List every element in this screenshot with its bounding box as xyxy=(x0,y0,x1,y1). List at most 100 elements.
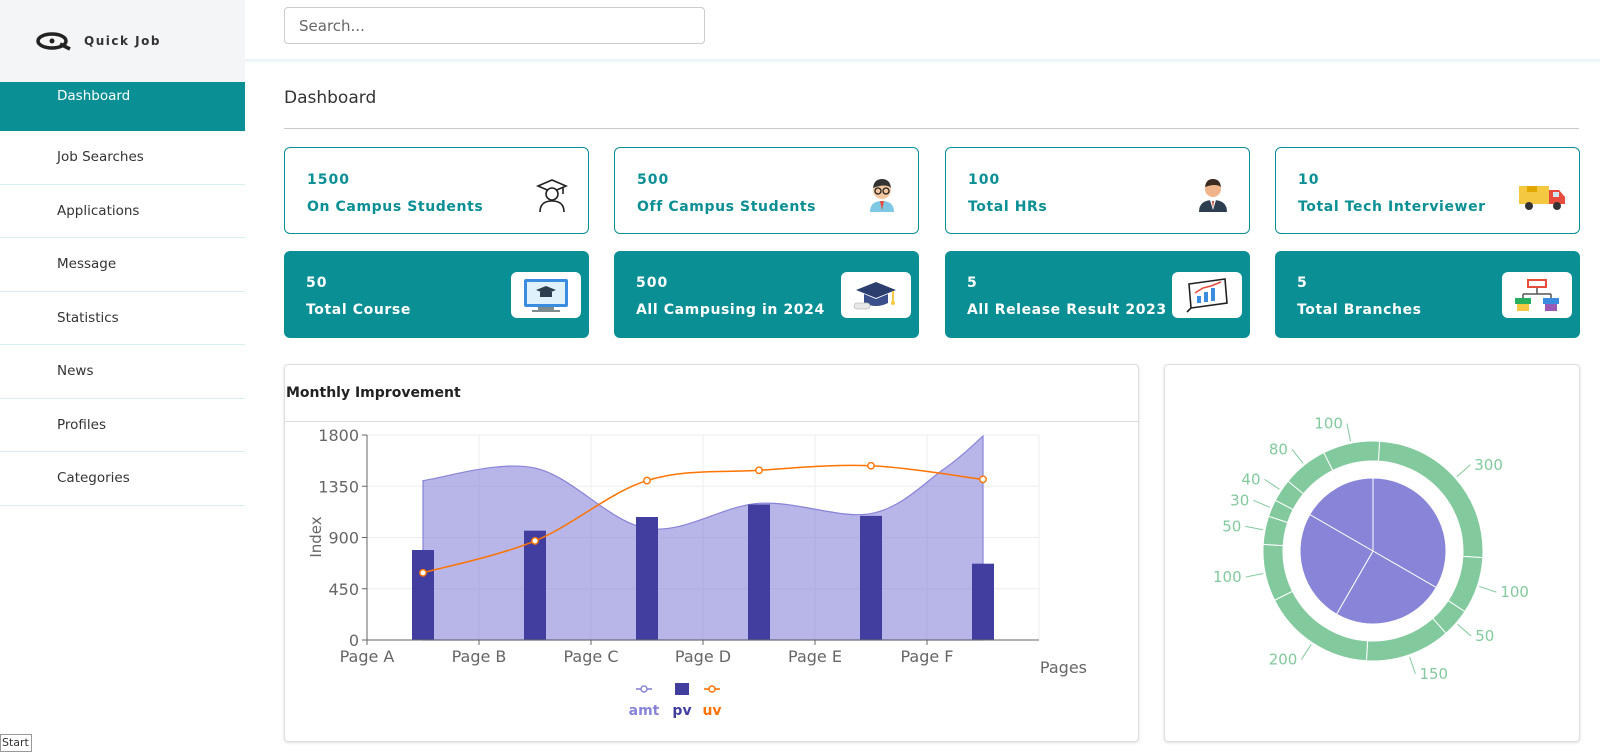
pie-chart-panel: 300 100 50 150 200 100 50 30 40 80 100 xyxy=(1164,364,1580,742)
icon-box xyxy=(511,272,581,318)
stat-label: On Campus Students xyxy=(307,199,484,215)
outer-ring-label: 40 xyxy=(1241,470,1260,488)
outer-ring-slice xyxy=(1323,440,1381,472)
icon-box xyxy=(1172,272,1242,318)
businessman-icon xyxy=(1199,179,1227,212)
outer-label-line xyxy=(1456,464,1471,478)
outer-ring-label: 100 xyxy=(1213,568,1242,586)
sidebar-nav: Dashboard Job Searches Applications Message… xyxy=(0,82,245,506)
search-input[interactable] xyxy=(284,7,705,44)
stat-value: 1500 xyxy=(307,172,350,188)
sidebar-item-profiles[interactable]: Profiles xyxy=(0,399,245,452)
x-axis-label: Pages xyxy=(1040,658,1087,677)
legend-label: amt xyxy=(629,703,660,719)
logo[interactable]: Quick Job xyxy=(0,0,245,82)
stat-value: 500 xyxy=(637,172,670,188)
legend-marker xyxy=(640,685,648,693)
outer-label-line xyxy=(1264,478,1280,490)
header-divider xyxy=(245,59,1600,64)
x-tick-label: Page B xyxy=(452,647,507,666)
monthly-improvement-chart: 045090013501800Page A Page B Page C Page DP… xyxy=(307,426,1087,719)
branches-icon xyxy=(1515,279,1559,311)
uv-point xyxy=(419,568,427,577)
sidebar: Quick Job Dashboard Job Searches Applicati… xyxy=(0,0,245,752)
bar-pv xyxy=(748,504,770,640)
stat-card-tech-interviewer[interactable]: 10 Total Tech Interviewer xyxy=(1275,147,1580,234)
sidebar-item-dashboard[interactable]: Dashboard xyxy=(0,82,245,131)
outer-label-line xyxy=(1253,499,1271,508)
x-tick-label: Page E xyxy=(788,647,842,666)
stat-card-total-course[interactable]: 50 Total Course xyxy=(284,251,589,338)
stat-value: 100 xyxy=(968,172,1001,188)
stat-label: Total Course xyxy=(306,302,411,318)
x-tick-label: Page D xyxy=(675,647,731,666)
outer-ring-label: 100 xyxy=(1500,583,1529,601)
y-tick-label: 1350 xyxy=(318,477,359,496)
stat-card-on-campus[interactable]: 1500 On Campus Students xyxy=(284,147,589,234)
uv-point xyxy=(755,466,763,475)
panel-divider xyxy=(285,421,1138,422)
outer-ring-label: 300 xyxy=(1474,456,1503,474)
graduate-icon xyxy=(535,179,569,213)
panel-title: Monthly Improvement xyxy=(286,385,461,401)
y-tick-label: 450 xyxy=(328,580,359,599)
outer-ring-label: 200 xyxy=(1269,650,1298,668)
uv-point xyxy=(979,475,987,484)
stat-label: Total Branches xyxy=(1297,302,1422,318)
stat-card-off-campus[interactable]: 500 Off Campus Students xyxy=(614,147,919,234)
y-tick-label: 1800 xyxy=(318,426,359,445)
bar-pv xyxy=(524,530,546,640)
uv-point xyxy=(531,537,539,545)
sidebar-item-job-searches[interactable]: Job Searches xyxy=(0,131,245,185)
result-chart-icon xyxy=(1186,278,1228,313)
sidebar-item-message[interactable]: Message xyxy=(0,238,245,292)
stat-value: 500 xyxy=(636,275,669,291)
stat-label: All Campusing in 2024 xyxy=(636,302,825,318)
outer-ring-label: 150 xyxy=(1419,665,1448,683)
stat-value: 50 xyxy=(306,275,328,291)
stat-card-release-result-2023[interactable]: 5 All Release Result 2023 xyxy=(945,251,1250,338)
logo-text: Quick Job xyxy=(84,34,161,48)
icon-box xyxy=(841,272,911,318)
legend-swatch xyxy=(675,683,689,695)
outer-label-line xyxy=(1346,423,1352,442)
stat-label: Total HRs xyxy=(968,199,1048,215)
x-tick-label: Page C xyxy=(564,647,619,666)
legend-marker xyxy=(708,685,716,693)
legend-label: uv xyxy=(702,703,721,719)
outer-label-line xyxy=(1245,572,1264,578)
title-divider xyxy=(284,128,1579,129)
logo-icon xyxy=(36,32,71,51)
start-button[interactable]: Start xyxy=(0,734,32,752)
bar-pv xyxy=(412,550,434,640)
bar-pv xyxy=(636,517,658,640)
outer-ring-label: 50 xyxy=(1222,517,1241,535)
stat-card-campusing-2024[interactable]: 500 All Campusing in 2024 xyxy=(614,251,919,338)
stat-value: 5 xyxy=(1297,275,1308,291)
stat-label: Off Campus Students xyxy=(637,199,817,215)
page-title: Dashboard xyxy=(284,88,377,108)
outer-ring-label: 30 xyxy=(1230,491,1249,509)
outer-ring-label: 80 xyxy=(1269,440,1288,458)
stat-card-total-hrs[interactable]: 100 Total HRs xyxy=(945,147,1250,234)
x-tick-label: Page A xyxy=(340,647,395,666)
outer-label-line xyxy=(1291,449,1304,464)
bar-pv xyxy=(972,563,994,640)
sidebar-item-news[interactable]: News xyxy=(0,345,245,399)
stat-card-total-branches[interactable]: 5 Total Branches xyxy=(1275,251,1580,338)
uv-point xyxy=(867,461,875,470)
y-tick-label: 900 xyxy=(328,529,359,548)
outer-ring-slice xyxy=(1447,555,1484,613)
sidebar-item-applications[interactable]: Applications xyxy=(0,185,245,238)
outer-label-line xyxy=(1245,525,1264,531)
sidebar-item-categories[interactable]: Categories xyxy=(0,452,245,506)
outer-label-line xyxy=(1409,656,1416,675)
legend-label: pv xyxy=(672,703,691,719)
bar-pv xyxy=(860,515,882,640)
stat-value: 10 xyxy=(1298,172,1320,188)
outer-ring-slice xyxy=(1365,617,1447,662)
x-tick-label: Page F xyxy=(900,647,953,666)
stat-label: Total Tech Interviewer xyxy=(1298,199,1486,215)
outer-label-line xyxy=(1300,644,1312,660)
sidebar-item-statistics[interactable]: Statistics xyxy=(0,292,245,345)
